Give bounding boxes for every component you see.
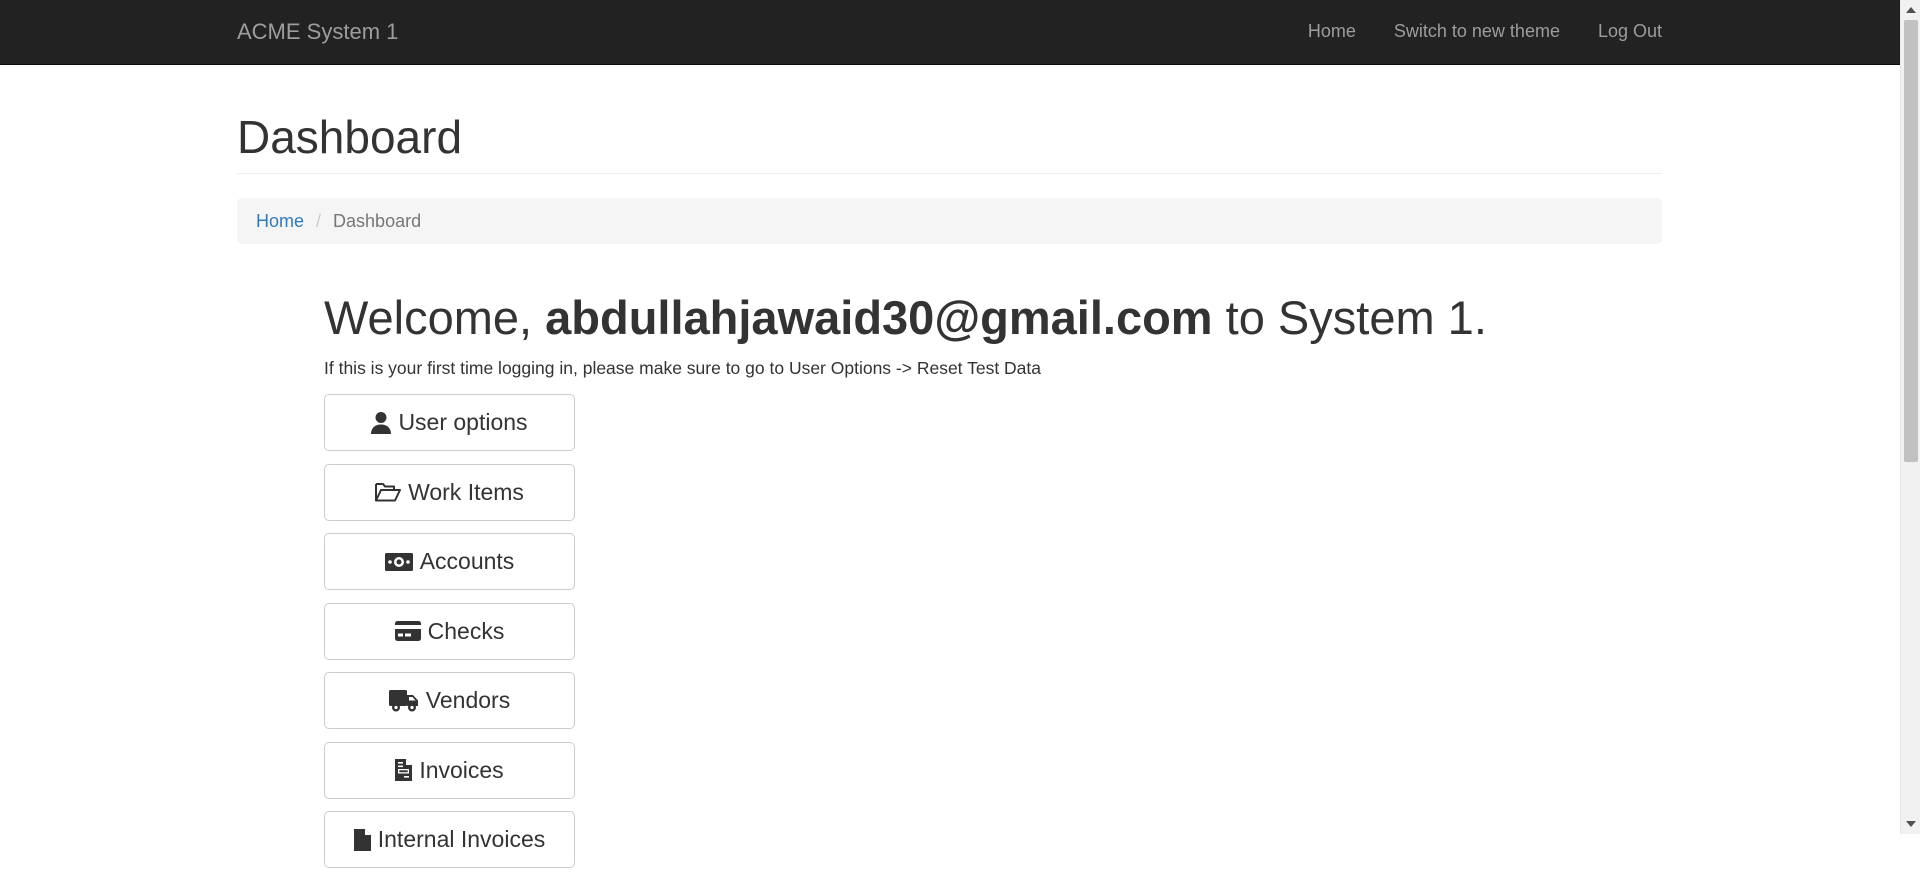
user-options-button[interactable]: User options — [324, 394, 575, 451]
vendors-label: Vendors — [425, 687, 511, 713]
checks-label: Checks — [427, 617, 505, 644]
work-items-button[interactable]: Work Items — [324, 463, 575, 521]
welcome-suffix: to System 1. — [1212, 291, 1487, 344]
breadcrumb-current: Dashboard — [333, 210, 422, 231]
accounts-button[interactable]: Accounts — [324, 533, 575, 590]
nav-switch-theme-link[interactable]: Switch to new theme — [1375, 0, 1579, 63]
brand-link[interactable]: ACME System 1 — [237, 0, 398, 63]
checks-button[interactable]: Checks — [324, 602, 575, 660]
welcome-heading: Welcome, abdullahjawaid30@gmail.com to S… — [324, 286, 1487, 350]
invoices-label: Invoices — [419, 756, 504, 783]
file-invoice-icon — [395, 759, 413, 781]
vendors-button[interactable]: Vendors — [324, 672, 575, 729]
internal-invoices-label: Internal Invoices — [377, 826, 546, 852]
internal-invoices-button[interactable]: Internal Invoices — [324, 811, 575, 868]
nav-links: Home Switch to new theme Log Out — [1289, 0, 1662, 63]
folder-open-icon — [375, 482, 402, 502]
top-navbar: ACME System 1 Home Switch to new theme L… — [0, 0, 1900, 65]
accounts-label: Accounts — [419, 548, 515, 574]
invoices-button[interactable]: Invoices — [324, 741, 575, 799]
nav-logout-link[interactable]: Log Out — [1579, 0, 1662, 63]
credit-card-icon — [394, 621, 421, 641]
dashboard-button-list: User options Work Items Accounts Checks … — [324, 394, 575, 881]
page-title: Dashboard — [237, 111, 463, 163]
breadcrumb-home-link[interactable]: Home — [256, 211, 304, 232]
file-icon — [353, 828, 371, 851]
scroll-down-arrow-icon[interactable] — [1906, 821, 1916, 827]
page-header: Dashboard — [237, 105, 1662, 174]
welcome-prefix: Welcome, — [324, 291, 546, 344]
breadcrumb-separator: / — [316, 210, 322, 231]
truck-icon — [388, 689, 419, 712]
user-options-label: User options — [398, 409, 528, 435]
welcome-user-email: abdullahjawaid30@gmail.com — [545, 291, 1213, 344]
nav-home-link[interactable]: Home — [1289, 0, 1375, 63]
scrollbar-thumb[interactable] — [1904, 20, 1918, 462]
first-login-note: If this is your first time logging in, p… — [324, 358, 1042, 378]
breadcrumb: Home / Dashboard — [237, 198, 1662, 244]
money-bill-icon — [384, 552, 413, 571]
user-icon — [371, 411, 392, 434]
page-scrollbar[interactable] — [1900, 0, 1920, 834]
work-items-label: Work Items — [408, 478, 524, 505]
scroll-up-arrow-icon[interactable] — [1906, 7, 1916, 13]
